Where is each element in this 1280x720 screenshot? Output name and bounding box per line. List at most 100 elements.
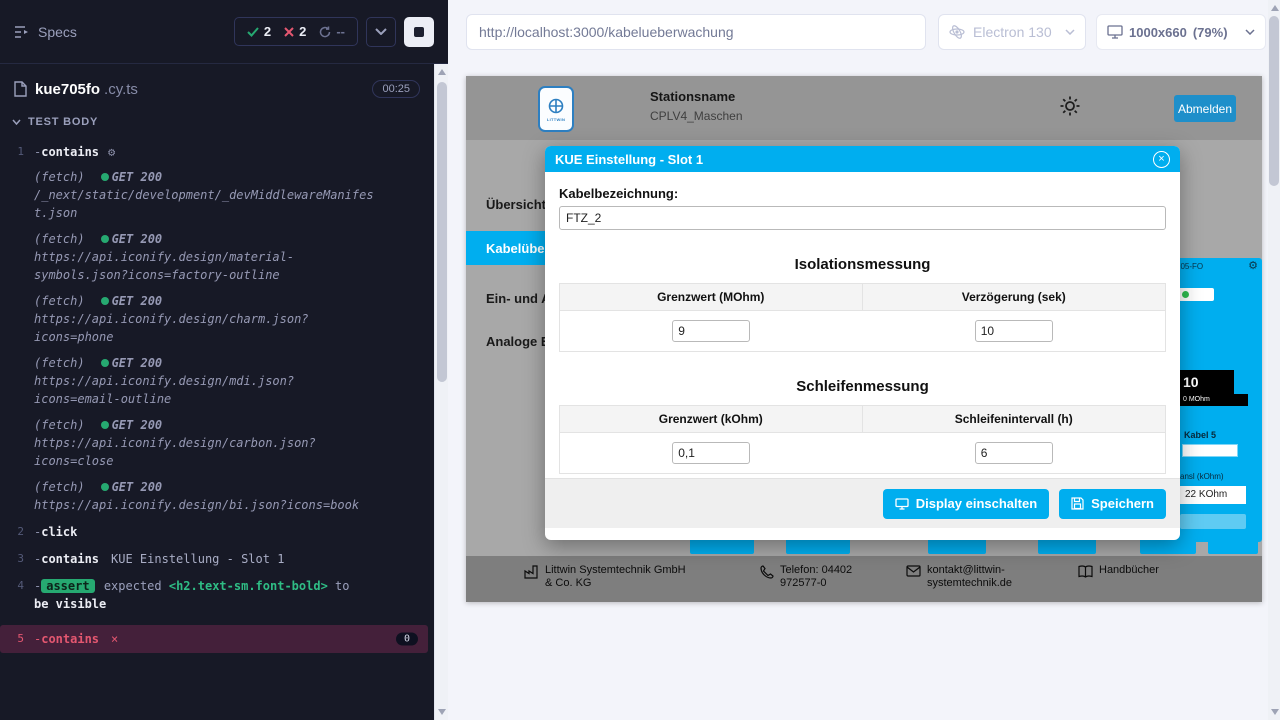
factory-icon — [524, 565, 539, 579]
slot-action-button[interactable] — [1180, 514, 1246, 529]
save-floppy-icon — [1071, 497, 1084, 510]
insulation-heading: Isolationsmessung — [559, 256, 1166, 273]
status-ok-dot — [101, 173, 109, 181]
close-icon: × — [1158, 153, 1164, 165]
cable-designation-input[interactable] — [559, 206, 1166, 230]
specs-menu-button[interactable]: Specs — [14, 24, 77, 40]
aut-frame: LITTWIN Stationsname CPLV4_Maschen Abmel… — [466, 76, 1262, 602]
spec-name: kue705fo — [35, 81, 100, 98]
station-label: Stationsname — [650, 89, 743, 104]
chevron-down-icon — [1065, 29, 1075, 35]
viewport-size: 1000x660 — [1129, 25, 1187, 40]
col-header-limit-mohm: Grenzwert (MOhm) — [560, 284, 863, 310]
scroll-up-arrow[interactable] — [1271, 5, 1279, 11]
measurement-unit: 0 MOhm — [1178, 394, 1248, 406]
command-method: click — [41, 525, 77, 539]
command-method: contains — [41, 552, 99, 566]
command-log: 1 -contains⚙ (fetch)GET 200 /_next/stati… — [0, 130, 434, 653]
slot-gear-icon[interactable]: ⚙ — [1248, 261, 1258, 272]
collapse-reporter-button[interactable] — [366, 17, 396, 47]
cable-designation-label: Kabelbezeichnung: — [559, 186, 1166, 201]
slot-button[interactable] — [786, 538, 850, 554]
command-contains-1[interactable]: 1 -contains⚙ — [0, 143, 434, 161]
electron-browser-icon — [949, 24, 965, 40]
fetch-url: https://api.iconify.design/carbon.json?i… — [34, 434, 379, 470]
fetch-log-entry: (fetch)GET 200 https://api.iconify.desig… — [34, 416, 379, 470]
col-header-limit-kohm: Grenzwert (kOhm) — [560, 406, 863, 432]
station-title-block: Stationsname CPLV4_Maschen — [650, 89, 743, 123]
retry-count-badge: 0 — [396, 633, 418, 646]
loop-interval-input[interactable] — [975, 442, 1053, 464]
command-message: KUE Einstellung - Slot 1 — [111, 552, 284, 566]
col-header-delay-sec: Verzögerung (sek) — [863, 284, 1166, 310]
modal-close-button[interactable]: × — [1153, 151, 1170, 168]
loop-heading: Schleifenmessung — [559, 378, 1166, 395]
book-icon — [1078, 565, 1093, 578]
display-on-button[interactable]: Display einschalten — [883, 489, 1049, 519]
col-header-loop-interval: Schleifenintervall (h) — [863, 406, 1166, 432]
cypress-reporter-panel: Specs 2 2 -- kue705fo .cy.ts 00:25 — [0, 0, 448, 720]
settings-gear-icon[interactable] — [1058, 94, 1082, 118]
slot-button[interactable] — [1038, 538, 1096, 554]
fetch-url: https://api.iconify.design/mdi.json?icon… — [34, 372, 379, 408]
scrollbar-thumb[interactable] — [1269, 16, 1279, 186]
spec-file-icon — [14, 81, 27, 97]
assert-badge: assert — [41, 579, 94, 593]
footer-manuals[interactable]: Handbücher — [1078, 564, 1159, 578]
failed-cross-icon — [284, 27, 294, 37]
scroll-up-arrow[interactable] — [438, 69, 446, 75]
command-options-gear-icon: ⚙ — [108, 145, 115, 159]
test-body-toggle[interactable]: TEST BODY — [0, 106, 434, 130]
loop-table: Grenzwert (kOhm) Schleifenintervall (h) — [559, 405, 1166, 474]
modal-title-bar: KUE Einstellung - Slot 1 × — [545, 146, 1180, 172]
slot-button[interactable] — [928, 538, 986, 554]
scrollbar-thumb[interactable] — [437, 82, 447, 382]
stat-pending: -- — [319, 24, 345, 39]
nav-item-overview[interactable]: Übersicht — [486, 197, 546, 212]
delay-sec-input[interactable] — [975, 320, 1053, 342]
command-method: contains — [41, 145, 99, 159]
logo-text: LITTWIN — [547, 117, 565, 122]
fetch-log-entry: (fetch)GET 200 https://api.iconify.desig… — [34, 292, 379, 346]
reporter-scrollbar[interactable] — [434, 64, 448, 720]
viewport-selector[interactable]: 1000x660 (79%) — [1096, 14, 1266, 50]
stop-icon — [414, 27, 424, 37]
scroll-down-arrow[interactable] — [438, 709, 446, 715]
command-assert[interactable]: 4 -assert expected <h2.text-sm.font-bold… — [0, 577, 434, 613]
fetch-url: https://api.iconify.design/charm.json?ic… — [34, 310, 379, 346]
command-number: 1 — [0, 143, 34, 161]
failed-cross-mark: × — [111, 632, 118, 646]
status-ok-dot — [101, 421, 109, 429]
fetch-url: https://api.iconify.design/material-symb… — [34, 248, 379, 284]
stop-run-button[interactable] — [404, 17, 434, 47]
viewport-monitor-icon — [1107, 25, 1123, 39]
command-number: 2 — [0, 523, 34, 541]
command-contains-2[interactable]: 3 -containsKUE Einstellung - Slot 1 — [0, 550, 434, 568]
command-contains-failed[interactable]: 5 -contains× 0 — [0, 625, 428, 653]
chevron-down-icon — [1245, 29, 1255, 35]
logout-button[interactable]: Abmelden — [1174, 95, 1236, 122]
browser-selector[interactable]: Electron 130 — [938, 14, 1086, 50]
status-ok-dot — [101, 297, 109, 305]
command-click[interactable]: 2 -click — [0, 523, 434, 541]
modal-title: KUE Einstellung - Slot 1 — [555, 152, 703, 167]
fetch-log-block: (fetch)GET 200 /_next/static/development… — [34, 168, 379, 514]
modal-body: Kabelbezeichnung: Isolationsmessung Gren… — [545, 172, 1180, 488]
window-scrollbar[interactable] — [1268, 0, 1280, 720]
scroll-down-arrow[interactable] — [1271, 709, 1279, 715]
limit-kohm-input[interactable] — [672, 442, 750, 464]
nav-item-analog-inputs[interactable]: Analoge Ei — [486, 334, 553, 349]
limit-mohm-input[interactable] — [672, 320, 750, 342]
command-number: 4 — [0, 577, 34, 613]
littwin-logo: LITTWIN — [538, 86, 574, 132]
slot-button[interactable] — [690, 538, 754, 554]
slot-button[interactable] — [1208, 538, 1258, 554]
command-method: contains — [41, 632, 99, 646]
app-footer: Littwin Systemtechnik GmbH & Co. KG Tele… — [466, 556, 1262, 602]
cable-name-input[interactable] — [1182, 444, 1238, 457]
measurement-display: 10 — [1178, 370, 1234, 394]
spec-file-row[interactable]: kue705fo .cy.ts 00:25 — [0, 64, 434, 106]
url-input[interactable] — [466, 14, 926, 50]
slot-button[interactable] — [1140, 538, 1196, 554]
save-button[interactable]: Speichern — [1059, 489, 1166, 519]
